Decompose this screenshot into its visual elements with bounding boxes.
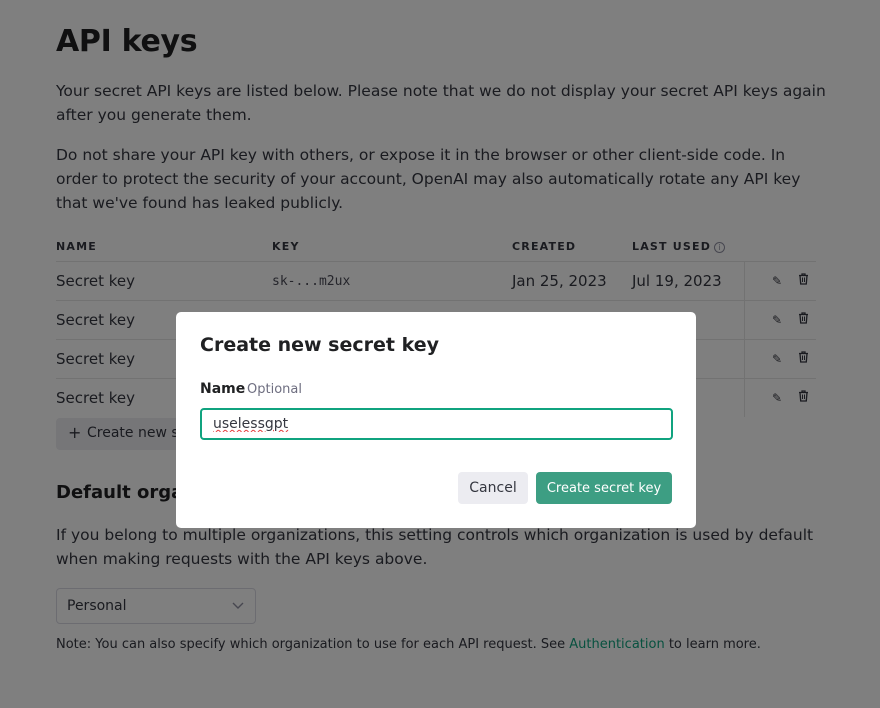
create-secret-key-modal: Create new secret key Name Optional Canc… [176,312,696,528]
cancel-button[interactable]: Cancel [458,472,528,504]
key-name-input[interactable] [200,408,673,440]
create-secret-key-button[interactable]: Create secret key [536,472,672,504]
modal-title: Create new secret key [200,334,439,356]
optional-label: Optional [247,382,302,397]
name-label: Name [200,381,246,397]
